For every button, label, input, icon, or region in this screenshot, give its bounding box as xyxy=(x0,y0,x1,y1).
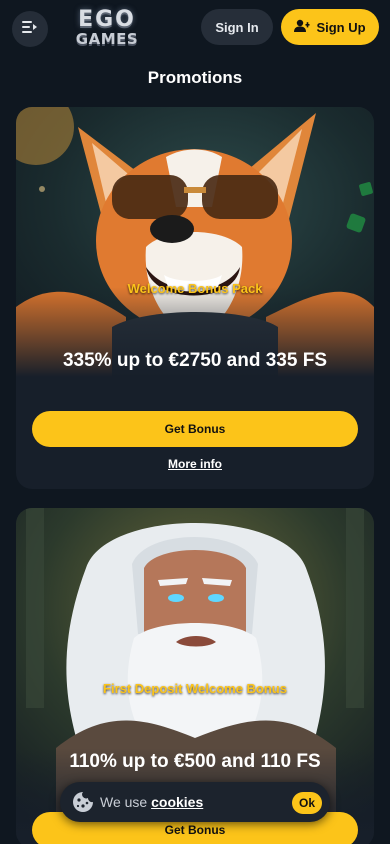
page-title: Promotions xyxy=(147,68,243,87)
cookie-banner: We use cookies Ok xyxy=(60,782,330,822)
logo-text-top: EGO xyxy=(78,7,136,32)
get-bonus-label: Get Bonus xyxy=(164,422,226,436)
top-header: EGO GAMES Sign In Sign Up xyxy=(0,0,390,58)
get-bonus-label: Get Bonus xyxy=(164,823,226,837)
promo-label: Welcome Bonus Pack xyxy=(127,281,263,296)
cookie-message: We use cookies xyxy=(100,794,203,810)
sign-up-label: Sign Up xyxy=(316,19,366,35)
promo-image-fox xyxy=(16,107,374,377)
cookie-text: We use xyxy=(100,794,152,810)
cookie-icon xyxy=(72,791,94,813)
ego-games-logo[interactable]: EGO GAMES xyxy=(66,6,148,50)
cookies-link[interactable]: cookies xyxy=(151,794,203,810)
sign-in-label: Sign In xyxy=(215,19,259,35)
promo-label: First Deposit Welcome Bonus xyxy=(103,681,287,696)
menu-button[interactable] xyxy=(12,11,48,47)
sign-up-button[interactable]: Sign Up xyxy=(281,9,379,45)
user-plus-icon xyxy=(294,19,310,36)
menu-collapse-icon xyxy=(22,20,38,39)
promo-card-welcome: Welcome Bonus Pack 335% up to €2750 and … xyxy=(16,107,374,489)
cookie-ok-button[interactable]: Ok xyxy=(292,792,322,814)
logo-text-bottom: GAMES xyxy=(75,30,139,48)
promo-amount: 335% up to €2750 and 335 FS xyxy=(62,350,327,371)
promo-amount: 110% up to €500 and 110 FS xyxy=(69,751,321,772)
sign-in-button[interactable]: Sign In xyxy=(201,9,273,45)
more-info-link[interactable]: More info xyxy=(16,457,374,471)
get-bonus-button[interactable]: Get Bonus xyxy=(32,411,358,447)
ok-label: Ok xyxy=(298,796,315,810)
